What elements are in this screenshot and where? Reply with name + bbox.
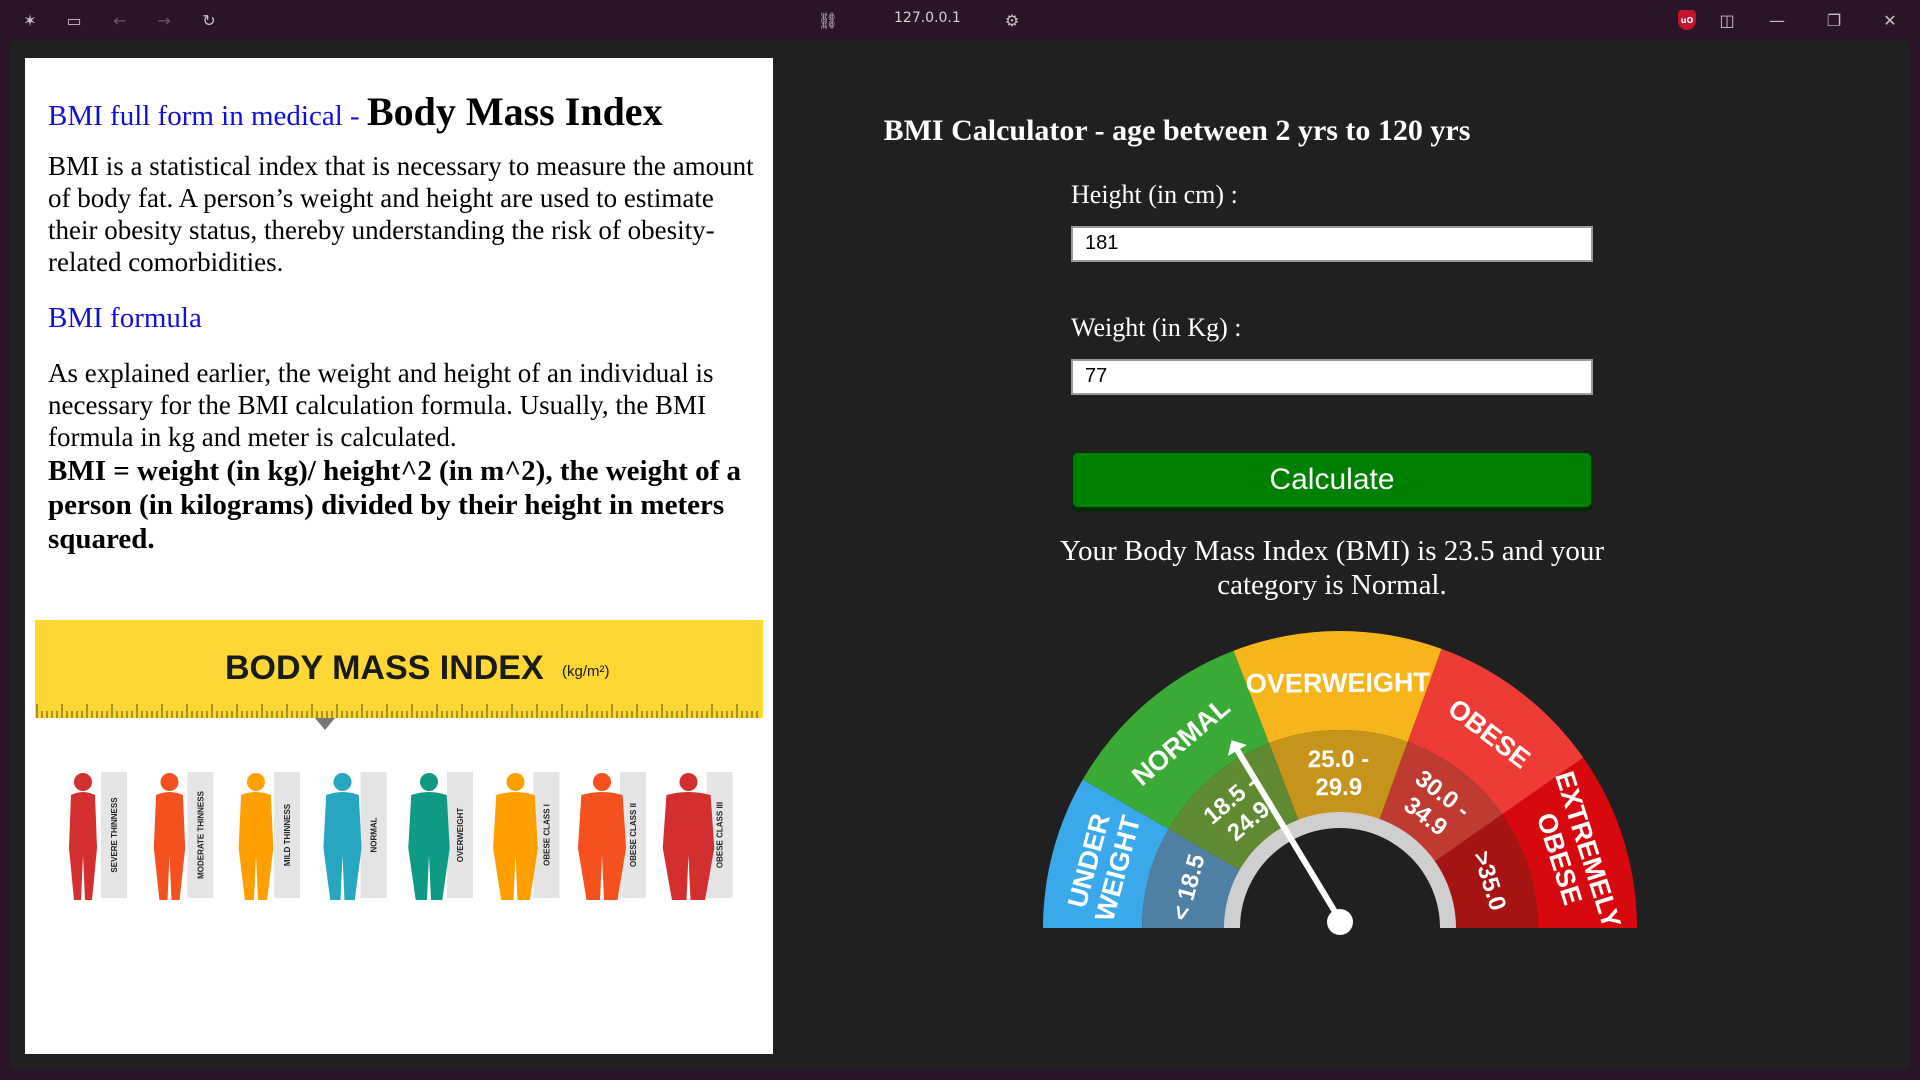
needle-pivot: [1327, 909, 1353, 935]
article-card: BMI full form in medical - Body Mass Ind…: [25, 58, 773, 1054]
formula-paragraph: As explained earlier, the weight and hei…: [48, 358, 714, 452]
bmi-gauge: UNDERWEIGHT < 18.5NORMAL18.5 -24.9OVERWEI…: [1043, 631, 1637, 935]
article-heading: BMI full form in medical - Body Mass Ind…: [48, 88, 768, 135]
calculator-title: BMI Calculator - age between 2 yrs to 12…: [883, 114, 1471, 147]
body-figure: MILD THINNESS17 - 18.5: [238, 772, 300, 900]
gauge-segment-label: OVERWEIGHT: [1246, 667, 1431, 699]
figure-head: [247, 773, 265, 791]
address-bar[interactable]: 127.0.0.1: [894, 10, 961, 26]
formula-heading: BMI formula: [48, 302, 202, 334]
figure-head: [506, 773, 525, 791]
split-view-icon[interactable]: ◫: [1715, 8, 1739, 32]
bmi-chart-unit: (kg/m²): [562, 663, 610, 680]
forward-arrow-icon[interactable]: →: [152, 8, 176, 32]
body-figure: OBESE CLASS II35 - 40: [577, 772, 646, 900]
figure-category-label: OBESE CLASS I: [543, 804, 552, 866]
browser-logo-icon[interactable]: ✶: [18, 8, 42, 32]
figure-category-label: NORMAL: [370, 817, 379, 852]
weight-label: Weight (in Kg) :: [1071, 313, 1242, 342]
heading-main: Body Mass Index: [366, 89, 663, 134]
body-figure: NORMAL18.5 - 25: [323, 772, 387, 900]
figure-head: [74, 773, 92, 791]
link-icon[interactable]: ⛓: [816, 8, 840, 32]
figure-head: [679, 773, 698, 791]
figure-body: [577, 792, 627, 900]
figure-head: [333, 773, 352, 791]
figure-category-label: OBESE CLASS III: [716, 802, 725, 868]
figure-body: [323, 792, 362, 900]
figure-category-label: MILD THINNESS: [283, 803, 292, 866]
figure-head: [420, 773, 438, 791]
weight-input[interactable]: 77: [1071, 359, 1593, 395]
body-figure: SEVERE THINNESS< 16: [69, 772, 127, 900]
ruler-pointer-icon: [315, 718, 335, 730]
minimize-icon[interactable]: —: [1765, 8, 1789, 32]
bmi-chart-title: BODY MASS INDEX: [225, 649, 544, 687]
bmi-result-text: Your Body Mass Index (BMI) is 23.5 and y…: [1059, 535, 1605, 601]
figure-category-label: OVERWEIGHT: [456, 808, 465, 863]
site-settings-icon[interactable]: ⚙: [1000, 8, 1024, 32]
body-figure: OVERWEIGHT25 - 30: [408, 772, 473, 900]
formula-text: BMI = weight (in kg)/ height^2 (in m^2),…: [48, 455, 742, 555]
calculate-button[interactable]: Calculate: [1071, 451, 1593, 509]
figure-category-label: SEVERE THINNESS: [110, 797, 119, 873]
heading-prefix: BMI full form in medical -: [48, 100, 367, 132]
body-figure: OBESE CLASS III> 40: [662, 772, 733, 900]
figure-body: [69, 792, 97, 900]
ublock-extension-icon[interactable]: uO: [1678, 10, 1696, 30]
body-figure: OBESE CLASS I30 - 35: [493, 772, 560, 900]
figure-body: [153, 792, 186, 900]
figure-body: [238, 792, 274, 900]
figure-category-label: MODERATE THINNESS: [197, 790, 206, 879]
restore-icon[interactable]: ❐: [1822, 8, 1846, 32]
bmi-chart-image: BODY MASS INDEX (kg/m²) SEVERE THINNESS<…: [35, 620, 763, 900]
intro-paragraph: BMI is a statistical index that is neces…: [48, 151, 754, 277]
back-arrow-icon[interactable]: ←: [108, 8, 132, 32]
bmi-figures: SEVERE THINNESS< 16 MODERATE THINNESS16 -…: [69, 772, 733, 900]
gauge-segment-range: 25.0 -29.9: [1308, 746, 1370, 802]
reload-icon[interactable]: ↻: [197, 8, 221, 32]
height-label: Height (in cm) :: [1071, 180, 1238, 209]
sidebar-toggle-icon[interactable]: ▭: [62, 8, 86, 32]
figure-head: [593, 773, 611, 791]
figure-category-label: OBESE CLASS II: [629, 803, 638, 867]
figure-body: [662, 792, 715, 900]
figure-head: [160, 773, 179, 791]
height-input[interactable]: 181: [1071, 226, 1593, 262]
figure-body: [493, 792, 538, 900]
close-icon[interactable]: ✕: [1878, 8, 1902, 32]
figure-body: [408, 792, 450, 900]
browser-toolbar: ✶ ▭ ← → ↻ ⛓ 127.0.0.1 ⚙ uO ◫ — ❐ ✕: [0, 0, 1920, 40]
body-figure: MODERATE THINNESS16 - 17: [153, 772, 214, 900]
page-viewport: BMI full form in medical - Body Mass Ind…: [10, 40, 1910, 1070]
